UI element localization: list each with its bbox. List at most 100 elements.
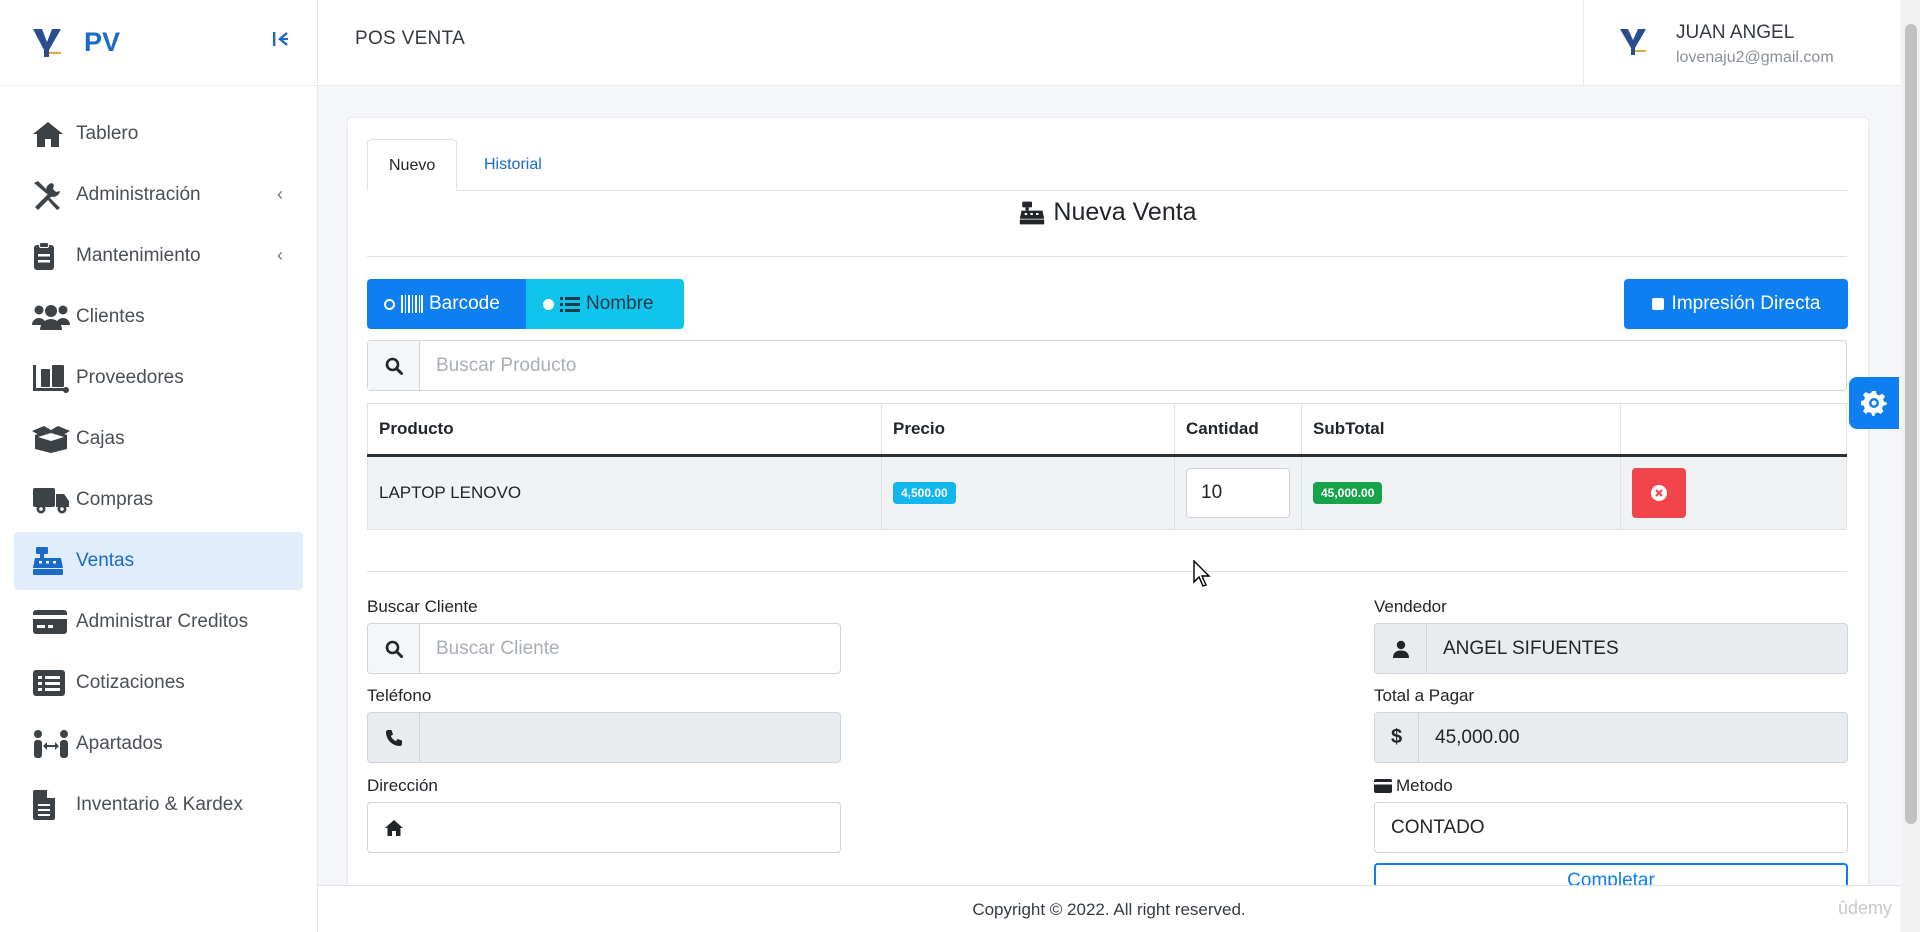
gear-icon (1861, 391, 1887, 416)
user-name: JUAN ANGEL (1676, 22, 1795, 43)
barcode-mode-option[interactable]: Barcode (367, 279, 526, 329)
cash-register-icon (1020, 201, 1045, 224)
seller-value: ANGEL SIFUENTES (1443, 637, 1619, 659)
method-label-group: Metodo (1374, 776, 1453, 796)
total-label: Total a Pagar (1374, 686, 1475, 705)
section-heading: Nueva Venta (348, 198, 1868, 227)
settings-toggle[interactable] (1849, 377, 1899, 429)
barcode-icon (401, 295, 423, 313)
list-icon (32, 668, 70, 698)
credit-card-icon (32, 607, 70, 637)
checkbox-icon (1651, 298, 1664, 310)
file-icon (32, 790, 70, 820)
user-menu[interactable]: JUAN ANGEL lovenaju2@gmail.com (1583, 0, 1900, 86)
customer-search-field (367, 623, 841, 674)
dollar-icon: $ (1375, 713, 1419, 762)
quantity-cell: 10 (1174, 455, 1302, 530)
column-header-precio: Precio (881, 403, 1175, 457)
product-name-cell: LAPTOP LENOVO (367, 455, 882, 530)
sidebar-item-label: Clientes (76, 306, 145, 327)
copyright-text: Copyright © 2022. All right reserved. (972, 900, 1246, 919)
brand-logo (33, 28, 61, 57)
phone-field (367, 712, 841, 763)
total-field: $ 45,000.00 (1374, 712, 1848, 763)
phone-icon (368, 713, 420, 762)
brand-name[interactable]: PV (84, 27, 120, 58)
seller-field: ANGEL SIFUENTES (1374, 623, 1848, 674)
home-icon (368, 803, 420, 852)
page-scrollbar[interactable] (1902, 0, 1920, 932)
phone-value[interactable] (420, 713, 840, 762)
box-open-icon (32, 424, 70, 454)
tools-icon (32, 180, 70, 210)
sidebar-item-compras[interactable]: Compras (14, 471, 303, 529)
quantity-input[interactable]: 10 (1186, 468, 1290, 518)
direct-print-label: Impresión Directa (1671, 293, 1821, 314)
address-value[interactable] (420, 803, 840, 852)
collapse-sidebar-icon[interactable] (267, 28, 295, 56)
people-arrows-icon (32, 729, 70, 759)
sidebar-item-label: Mantenimiento (76, 245, 201, 266)
address-field (367, 802, 841, 853)
tab-historial[interactable]: Historial (463, 139, 563, 191)
nombre-mode-label: Nombre (586, 293, 654, 314)
sidebar-item-label: Administrar Creditos (76, 611, 249, 632)
truck-icon (32, 485, 70, 515)
sidebar-item-label: Cajas (76, 428, 125, 449)
price-badge: 4,500.00 (893, 482, 956, 504)
subtotal-cell: 45,000.00 (1301, 455, 1621, 530)
table-row: LAPTOP LENOVO 4,500.00 10 45,000.00 (367, 455, 1847, 530)
product-search (367, 340, 1847, 391)
customer-search-label: Buscar Cliente (367, 597, 478, 616)
close-circle-icon (1651, 485, 1667, 501)
credit-card-icon (1374, 779, 1392, 793)
actions-cell (1620, 455, 1847, 530)
sidebar-item-inventario[interactable]: Inventario & Kardex (14, 776, 303, 834)
sidebar-item-proveedores[interactable]: Proveedores (14, 349, 303, 407)
product-search-input[interactable] (420, 341, 1846, 390)
sidebar-item-tablero[interactable]: Tablero (14, 105, 303, 163)
direct-print-toggle[interactable]: Impresión Directa (1624, 279, 1848, 329)
nombre-mode-option[interactable]: Nombre (526, 279, 684, 329)
tab-nuevo[interactable]: Nuevo (367, 139, 458, 191)
sidebar-item-cajas[interactable]: Cajas (14, 410, 303, 468)
chevron-left-icon: ‹ (277, 245, 283, 265)
column-header-producto: Producto (367, 403, 882, 457)
sidebar-item-administracion[interactable]: Administración ‹ (14, 166, 303, 224)
customer-search-input[interactable] (420, 624, 840, 673)
user-avatar (1620, 29, 1646, 55)
sidebar-item-label: Administración (76, 184, 201, 205)
sidebar-item-ventas[interactable]: Ventas (14, 532, 303, 590)
products-table: Producto Precio Cantidad SubTotal LAPTOP… (367, 403, 1847, 530)
watermark-logo: ûdemy (1838, 898, 1893, 918)
sidebar-item-apartados[interactable]: Apartados (14, 715, 303, 773)
sidebar-item-creditos[interactable]: Administrar Creditos (14, 593, 303, 651)
search-icon (368, 341, 420, 390)
user-email: lovenaju2@gmail.com (1676, 49, 1834, 66)
address-label: Dirección (367, 776, 438, 795)
sidebar-item-label: Apartados (76, 733, 163, 754)
payment-method-select[interactable]: CONTADO (1374, 802, 1848, 853)
subtotal-badge: 45,000.00 (1313, 482, 1383, 504)
sidebar: PV Tablero Administración ‹ Mantenimient… (0, 0, 318, 932)
sidebar-nav: Tablero Administración ‹ Mantenimiento ‹… (0, 86, 317, 834)
search-icon (368, 624, 420, 673)
remove-item-button[interactable] (1632, 468, 1686, 518)
sidebar-item-clientes[interactable]: Clientes (14, 288, 303, 346)
dolly-icon (32, 363, 70, 393)
list-icon (560, 297, 580, 312)
page-title: POS VENTA (355, 28, 466, 49)
radio-checked-icon (543, 298, 554, 310)
sidebar-item-label: Inventario & Kardex (76, 794, 243, 815)
sidebar-item-mantenimiento[interactable]: Mantenimiento ‹ (14, 227, 303, 285)
seller-label: Vendedor (1374, 597, 1447, 616)
sidebar-item-label: Compras (76, 489, 154, 510)
top-header: POS VENTA JUAN ANGEL lovenaju2@gmail.com (318, 0, 1900, 86)
sidebar-item-cotizaciones[interactable]: Cotizaciones (14, 654, 303, 712)
sidebar-item-label: Tablero (76, 123, 139, 144)
clipboard-icon (32, 241, 70, 271)
sidebar-item-label: Cotizaciones (76, 672, 185, 693)
chevron-left-icon: ‹ (277, 184, 283, 204)
mouse-cursor-icon (1193, 560, 1211, 587)
scrollbar-thumb[interactable] (1905, 24, 1917, 824)
